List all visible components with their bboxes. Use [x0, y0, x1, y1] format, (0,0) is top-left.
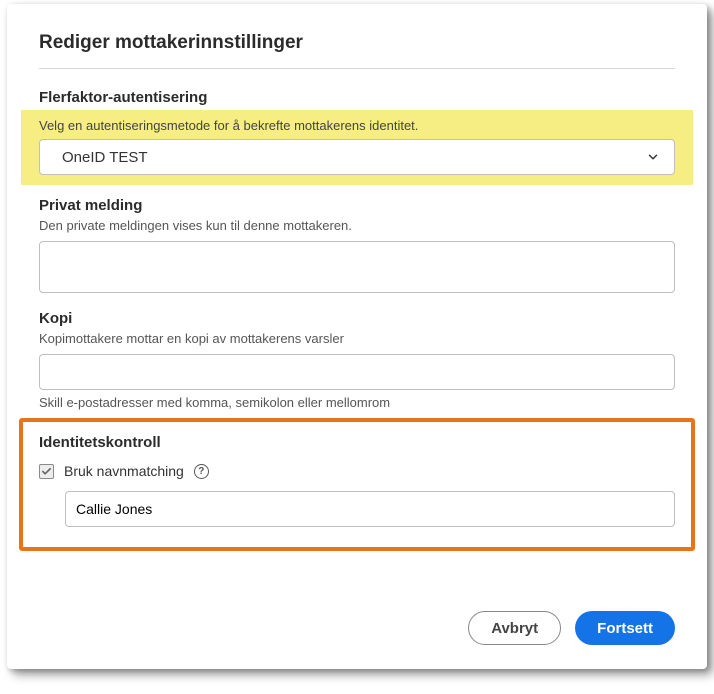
private-message-section: Privat melding Den private meldingen vis… [39, 197, 675, 298]
private-message-help: Den private meldingen vises kun til denn… [39, 218, 675, 233]
mfa-help-text: Velg en autentiseringsmetode for å bekre… [39, 118, 675, 133]
dialog-title: Rediger mottakerinnstillinger [39, 32, 675, 69]
identity-label: Identitetskontroll [39, 434, 675, 451]
name-matching-row: Bruk navnmatching ? [39, 463, 675, 479]
private-message-input[interactable] [39, 241, 675, 293]
dialog-footer: Avbryt Fortsett [39, 611, 675, 645]
name-matching-label: Bruk navnmatching [64, 463, 184, 479]
copy-input[interactable] [39, 354, 675, 390]
identity-section: Identitetskontroll Bruk navnmatching ? [19, 418, 695, 551]
name-match-input[interactable] [65, 491, 675, 527]
continue-button[interactable]: Fortsett [575, 611, 675, 645]
copy-label: Kopi [39, 310, 675, 327]
recipient-settings-dialog: Rediger mottakerinnstillinger Flerfaktor… [7, 4, 707, 669]
chevron-down-icon [646, 150, 660, 164]
mfa-highlight: Velg en autentiseringsmetode for å bekre… [21, 110, 693, 185]
mfa-section: Flerfaktor-autentisering Velg en autenti… [39, 89, 675, 185]
info-icon[interactable]: ? [194, 464, 209, 479]
name-matching-checkbox[interactable] [39, 464, 54, 479]
copy-section: Kopi Kopimottakere mottar en kopi av mot… [39, 310, 675, 410]
mfa-method-value: OneID TEST [54, 149, 646, 166]
cancel-button[interactable]: Avbryt [468, 611, 561, 645]
private-message-label: Privat melding [39, 197, 675, 214]
mfa-method-select[interactable]: OneID TEST [39, 139, 675, 175]
copy-help: Kopimottakere mottar en kopi av mottaker… [39, 331, 675, 346]
mfa-label: Flerfaktor-autentisering [39, 89, 675, 106]
copy-sub-help: Skill e-postadresser med komma, semikolo… [39, 395, 675, 410]
checkmark-icon [41, 466, 52, 477]
